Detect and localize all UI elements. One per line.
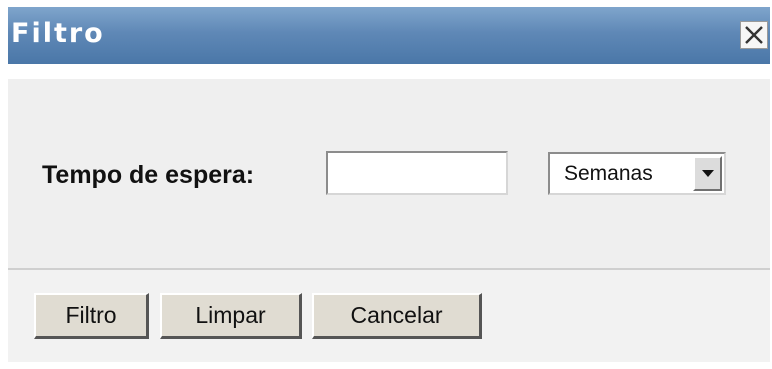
wait-time-label: Tempo de espera: — [42, 161, 255, 189]
cancel-button[interactable]: Cancelar — [312, 293, 482, 339]
dialog-button-bar: Filtro Limpar Cancelar — [8, 270, 770, 362]
dialog-titlebar: Filtro — [8, 7, 770, 64]
clear-button[interactable]: Limpar — [160, 293, 302, 339]
close-button[interactable] — [740, 21, 768, 49]
time-unit-dropdown-button[interactable] — [693, 156, 722, 191]
dialog-title: Filtro — [11, 18, 105, 49]
filter-dialog: Filtro Tempo de espera: Semanas Filtro L… — [8, 7, 770, 362]
chevron-down-icon — [702, 170, 714, 177]
close-icon — [745, 26, 763, 44]
filter-form-panel: Tempo de espera: Semanas — [8, 79, 770, 270]
wait-time-input[interactable] — [326, 151, 508, 195]
time-unit-selected-value: Semanas — [564, 162, 653, 185]
time-unit-select[interactable]: Semanas — [548, 152, 726, 195]
filter-button[interactable]: Filtro — [34, 293, 149, 339]
